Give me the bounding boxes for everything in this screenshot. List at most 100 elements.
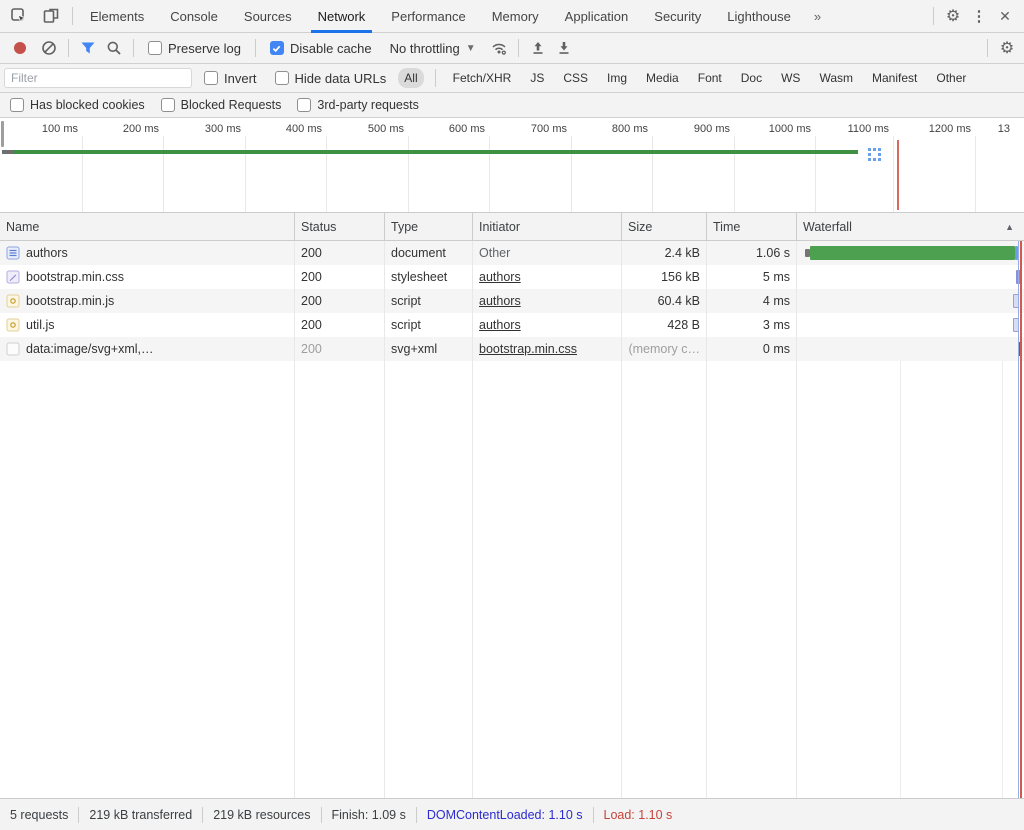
checkbox-unchecked <box>10 98 24 112</box>
settings-gear-icon[interactable]: ⚙ <box>942 5 964 27</box>
tab-console[interactable]: Console <box>157 0 231 33</box>
network-conditions-icon[interactable] <box>488 37 510 59</box>
waterfall-download-bar <box>810 246 1015 260</box>
tab-application[interactable]: Application <box>552 0 642 33</box>
cell-size: 60.4 kB <box>622 289 707 313</box>
hide-data-urls-label: Hide data URLs <box>295 71 387 86</box>
tab-lighthouse[interactable]: Lighthouse <box>714 0 804 33</box>
column-header-name[interactable]: Name <box>0 213 295 240</box>
column-header-size[interactable]: Size <box>622 213 707 240</box>
network-toolbar: Preserve log Disable cache No throttling… <box>0 33 1024 64</box>
table-row[interactable]: util.js 200 script authors 428 B 3 ms <box>0 313 1024 337</box>
blocked-requests-checkbox[interactable]: Blocked Requests <box>161 98 282 112</box>
finish-time: Finish: 1.09 s <box>332 808 406 822</box>
invert-checkbox[interactable]: Invert <box>198 71 263 86</box>
tab-security[interactable]: Security <box>641 0 714 33</box>
filter-type-css[interactable]: CSS <box>557 68 594 88</box>
table-row[interactable]: bootstrap.min.css 200 stylesheet authors… <box>0 265 1024 289</box>
table-row[interactable]: authors 200 document Other 2.4 kB 1.06 s <box>0 241 1024 265</box>
panel-tabs: Elements Console Sources Network Perform… <box>77 0 831 33</box>
tab-sources[interactable]: Sources <box>231 0 305 33</box>
checkbox-unchecked <box>275 71 289 85</box>
filter-input[interactable] <box>4 68 192 88</box>
preserve-log-checkbox[interactable]: Preserve log <box>142 41 247 56</box>
filter-type-img[interactable]: Img <box>601 68 633 88</box>
initiator-link[interactable]: authors <box>479 318 521 332</box>
table-row[interactable]: bootstrap.min.js 200 script authors 60.4… <box>0 289 1024 313</box>
hide-data-urls-checkbox[interactable]: Hide data URLs <box>269 71 393 86</box>
kebab-menu-icon[interactable]: ⋮ <box>968 5 990 27</box>
network-settings-gear-icon[interactable]: ⚙ <box>996 37 1018 59</box>
column-header-time[interactable]: Time <box>707 213 797 240</box>
initiator-text: Other <box>479 246 510 260</box>
gridline <box>571 136 572 212</box>
export-har-icon[interactable] <box>553 37 575 59</box>
clear-network-log-icon[interactable] <box>38 37 60 59</box>
tab-elements[interactable]: Elements <box>77 0 157 33</box>
blocked-requests-label: Blocked Requests <box>181 98 282 112</box>
record-network-log-button[interactable] <box>14 42 26 54</box>
cell-initiator: authors <box>473 289 622 313</box>
checkbox-unchecked <box>148 41 162 55</box>
cell-name: bootstrap.min.css <box>0 265 295 289</box>
column-header-type[interactable]: Type <box>385 213 473 240</box>
cell-name: authors <box>0 241 295 265</box>
gridline <box>326 136 327 212</box>
filter-type-doc[interactable]: Doc <box>735 68 768 88</box>
request-name: util.js <box>26 318 54 332</box>
cell-name: bootstrap.min.js <box>0 289 295 313</box>
table-row[interactable]: data:image/svg+xml,… 200 svg+xml bootstr… <box>0 337 1024 361</box>
tab-memory[interactable]: Memory <box>479 0 552 33</box>
more-tabs-button[interactable]: » <box>804 0 831 33</box>
cell-waterfall <box>797 313 1024 337</box>
disable-cache-checkbox[interactable]: Disable cache <box>264 41 378 56</box>
filter-funnel-icon[interactable] <box>77 37 99 59</box>
tick-label: 700 ms <box>509 123 567 135</box>
column-header-status[interactable]: Status <box>295 213 385 240</box>
invert-label: Invert <box>224 71 257 86</box>
close-devtools-icon[interactable]: ✕ <box>994 5 1016 27</box>
cell-size: 428 B <box>622 313 707 337</box>
filter-type-all[interactable]: All <box>398 68 423 88</box>
request-name: bootstrap.min.js <box>26 294 114 308</box>
search-icon[interactable] <box>103 37 125 59</box>
initiator-link[interactable]: authors <box>479 294 521 308</box>
tab-performance[interactable]: Performance <box>378 0 478 33</box>
divider <box>202 807 203 823</box>
inspect-element-icon[interactable] <box>8 5 30 27</box>
cell-time: 5 ms <box>707 265 797 289</box>
cell-status: 200 <box>295 289 385 313</box>
initiator-link[interactable]: bootstrap.min.css <box>479 342 577 356</box>
divider <box>133 39 134 57</box>
column-header-waterfall[interactable]: Waterfall ▲ <box>797 213 1024 240</box>
overview-drag-handle[interactable] <box>1 121 4 147</box>
has-blocked-cookies-checkbox[interactable]: Has blocked cookies <box>10 98 145 112</box>
network-overview-timeline[interactable]: 100 ms 200 ms 300 ms 400 ms 500 ms 600 m… <box>0 118 1024 213</box>
filter-type-js[interactable]: JS <box>524 68 550 88</box>
disable-cache-label: Disable cache <box>290 41 372 56</box>
filter-type-wasm[interactable]: Wasm <box>813 68 859 88</box>
divider <box>72 7 73 25</box>
cell-waterfall <box>797 265 1024 289</box>
divider <box>593 807 594 823</box>
device-toolbar-icon[interactable] <box>40 5 62 27</box>
column-header-initiator[interactable]: Initiator <box>473 213 622 240</box>
tick-label: 13 <box>952 123 1010 135</box>
request-name: bootstrap.min.css <box>26 270 124 284</box>
filter-type-font[interactable]: Font <box>692 68 728 88</box>
gridline <box>245 136 246 212</box>
resource-type-filters: All Fetch/XHR JS CSS Img Media Font Doc … <box>398 68 972 88</box>
filter-type-manifest[interactable]: Manifest <box>866 68 923 88</box>
tab-network[interactable]: Network <box>305 0 379 33</box>
filter-type-ws[interactable]: WS <box>775 68 806 88</box>
initiator-link[interactable]: authors <box>479 270 521 284</box>
third-party-requests-checkbox[interactable]: 3rd-party requests <box>297 98 418 112</box>
filter-type-media[interactable]: Media <box>640 68 685 88</box>
script-icon <box>6 294 20 308</box>
import-har-icon[interactable] <box>527 37 549 59</box>
dom-content-loaded-line <box>1018 241 1019 798</box>
sort-ascending-icon: ▲ <box>1005 222 1018 232</box>
throttling-dropdown[interactable]: No throttling ▼ <box>382 41 484 56</box>
filter-type-other[interactable]: Other <box>930 68 972 88</box>
filter-type-fetch-xhr[interactable]: Fetch/XHR <box>447 68 518 88</box>
